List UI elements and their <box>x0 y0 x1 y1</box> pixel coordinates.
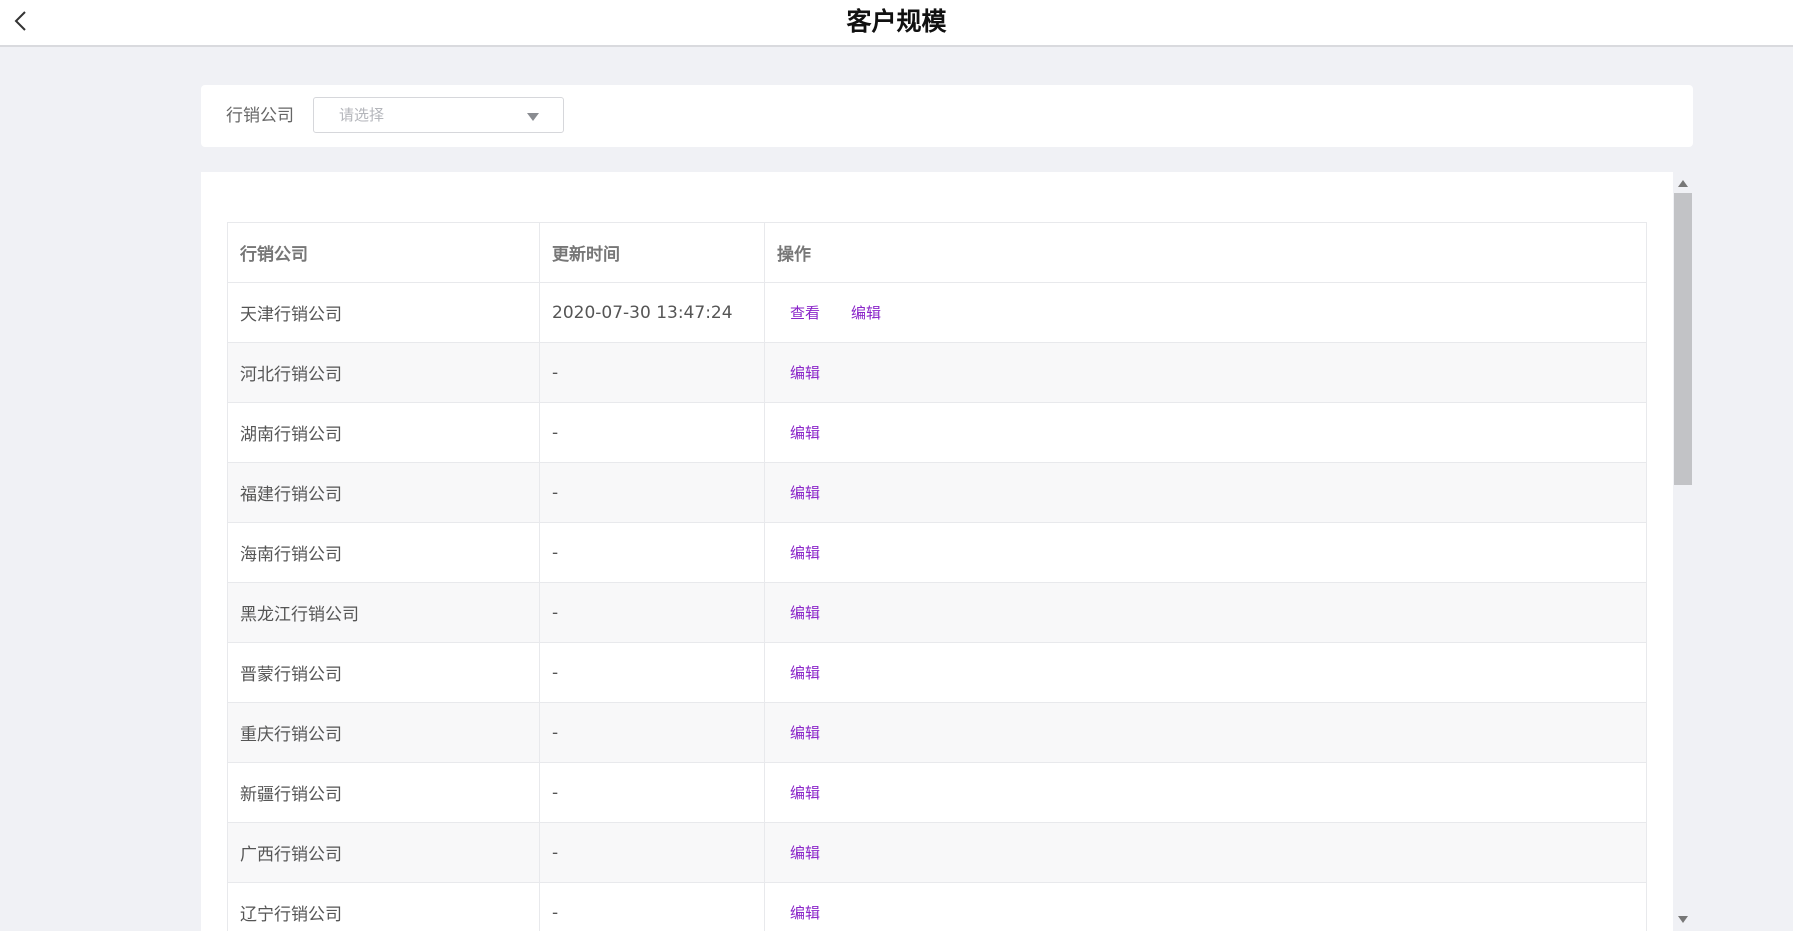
cell-actions: 编辑 <box>765 403 1646 462</box>
edit-link[interactable]: 编辑 <box>790 722 820 743</box>
cell-updated-time: - <box>540 463 765 522</box>
company-table: 行销公司 更新时间 操作 天津行销公司 2020-07-30 13:47:24 查看… <box>227 222 1647 931</box>
cell-updated-time: - <box>540 583 765 642</box>
edit-link[interactable]: 编辑 <box>790 902 820 923</box>
cell-actions: 编辑 <box>765 583 1646 642</box>
company-select[interactable]: 请选择 <box>313 97 564 133</box>
top-header: 客户规模 <box>0 0 1793 47</box>
table-row: 湖南行销公司 - 编辑 <box>228 403 1646 463</box>
cell-updated-time: - <box>540 643 765 702</box>
table-header-row: 行销公司 更新时间 操作 <box>228 223 1646 283</box>
edit-link[interactable]: 编辑 <box>790 662 820 683</box>
cell-company: 湖南行销公司 <box>228 403 540 462</box>
company-select-placeholder: 请选择 <box>339 106 385 124</box>
table-row: 晋蒙行销公司 - 编辑 <box>228 643 1646 703</box>
table-row: 新疆行销公司 - 编辑 <box>228 763 1646 823</box>
cell-company: 广西行销公司 <box>228 823 540 882</box>
cell-updated-time: - <box>540 823 765 882</box>
table-row: 重庆行销公司 - 编辑 <box>228 703 1646 763</box>
cell-actions: 编辑 <box>765 463 1646 522</box>
edit-link[interactable]: 编辑 <box>790 842 820 863</box>
table-row: 河北行销公司 - 编辑 <box>228 343 1646 403</box>
cell-updated-time: - <box>540 403 765 462</box>
filter-bar: 行销公司 请选择 <box>201 85 1693 147</box>
cell-actions: 编辑 <box>765 643 1646 702</box>
cell-company: 黑龙江行销公司 <box>228 583 540 642</box>
table-card: 行销公司 更新时间 操作 天津行销公司 2020-07-30 13:47:24 查看… <box>201 172 1673 931</box>
edit-link[interactable]: 编辑 <box>790 542 820 563</box>
cell-actions: 编辑 <box>765 523 1646 582</box>
cell-company: 福建行销公司 <box>228 463 540 522</box>
cell-company: 新疆行销公司 <box>228 763 540 822</box>
cell-company: 重庆行销公司 <box>228 703 540 762</box>
cell-actions: 查看 编辑 <box>765 283 1646 342</box>
cell-actions: 编辑 <box>765 883 1646 931</box>
page-title: 客户规模 <box>846 7 947 36</box>
scroll-down-arrow-icon[interactable] <box>1678 916 1688 923</box>
scroll-up-arrow-icon[interactable] <box>1678 180 1688 187</box>
cell-company: 晋蒙行销公司 <box>228 643 540 702</box>
cell-actions: 编辑 <box>765 763 1646 822</box>
view-link[interactable]: 查看 <box>790 302 820 323</box>
cell-actions: 编辑 <box>765 343 1646 402</box>
edit-link[interactable]: 编辑 <box>790 362 820 383</box>
edit-link[interactable]: 编辑 <box>790 602 820 623</box>
column-header-actions: 操作 <box>777 245 811 265</box>
vertical-scrollbar[interactable] <box>1673 172 1693 931</box>
edit-link[interactable]: 编辑 <box>851 302 881 323</box>
cell-updated-time: - <box>540 523 765 582</box>
table-row: 天津行销公司 2020-07-30 13:47:24 查看 编辑 <box>228 283 1646 343</box>
cell-actions: 编辑 <box>765 703 1646 762</box>
edit-link[interactable]: 编辑 <box>790 422 820 443</box>
edit-link[interactable]: 编辑 <box>790 782 820 803</box>
table-row: 福建行销公司 - 编辑 <box>228 463 1646 523</box>
cell-updated-time: - <box>540 763 765 822</box>
cell-updated-time: 2020-07-30 13:47:24 <box>540 283 765 342</box>
cell-updated-time: - <box>540 703 765 762</box>
column-header-updated: 更新时间 <box>540 223 765 282</box>
cell-company: 河北行销公司 <box>228 343 540 402</box>
table-row: 黑龙江行销公司 - 编辑 <box>228 583 1646 643</box>
table-row: 辽宁行销公司 - 编辑 <box>228 883 1646 931</box>
scroll-thumb[interactable] <box>1674 193 1692 485</box>
caret-down-icon <box>527 113 539 121</box>
cell-updated-time: - <box>540 883 765 931</box>
table-row: 海南行销公司 - 编辑 <box>228 523 1646 583</box>
cell-company: 天津行销公司 <box>228 283 540 342</box>
column-header-company: 行销公司 <box>228 223 540 282</box>
cell-actions: 编辑 <box>765 823 1646 882</box>
cell-updated-time: - <box>540 343 765 402</box>
edit-link[interactable]: 编辑 <box>790 482 820 503</box>
filter-label-company: 行销公司 <box>226 106 294 126</box>
cell-company: 海南行销公司 <box>228 523 540 582</box>
table-row: 广西行销公司 - 编辑 <box>228 823 1646 883</box>
table-body: 天津行销公司 2020-07-30 13:47:24 查看 编辑 河北行销公司 - 编辑 湖南… <box>228 283 1646 931</box>
cell-company: 辽宁行销公司 <box>228 883 540 931</box>
